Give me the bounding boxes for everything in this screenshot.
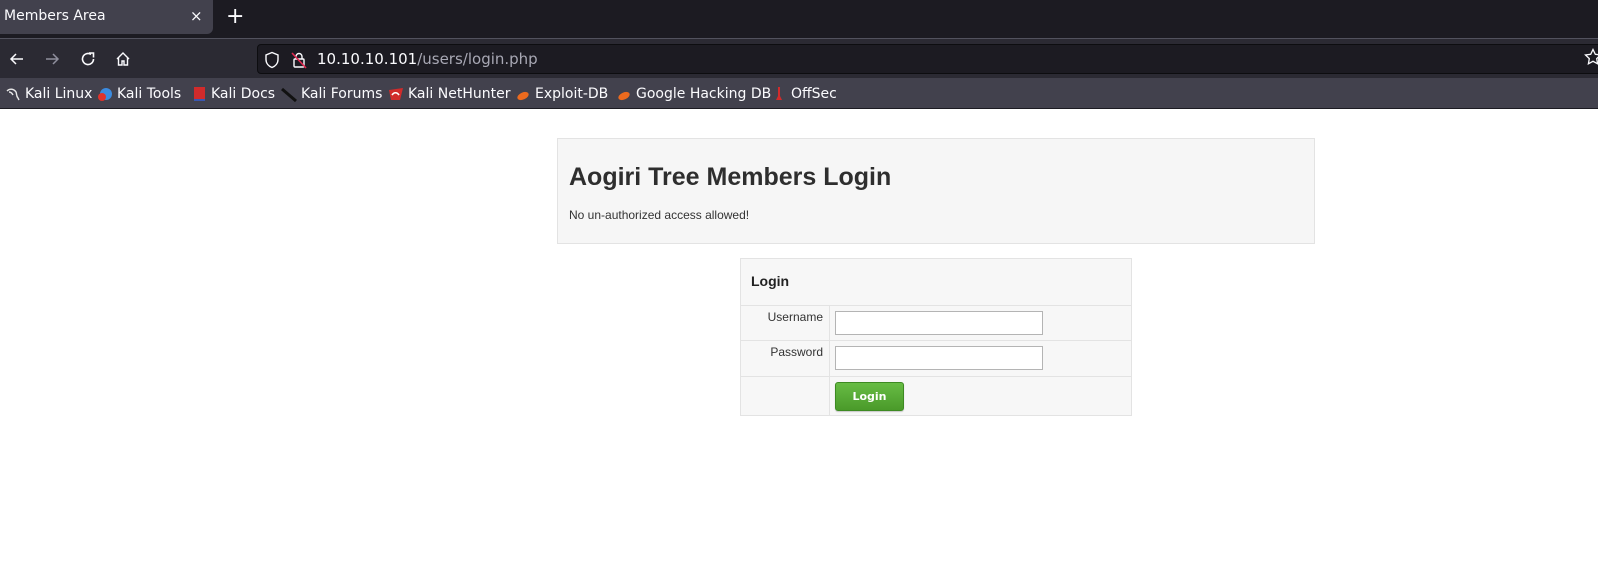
bookmarks-toolbar: Kali Linux Kali Tools Kali Docs Kali For… xyxy=(0,78,1598,109)
bookmark-kali-forums[interactable]: Kali Forums xyxy=(281,84,382,104)
submit-row-spacer xyxy=(741,377,830,415)
hero-panel: Aogiri Tree Members Login No un-authoriz… xyxy=(557,138,1315,244)
password-input[interactable] xyxy=(835,346,1043,370)
home-button[interactable] xyxy=(111,47,135,71)
navigation-toolbar: 10.10.10.101/users/login.php xyxy=(0,38,1598,78)
login-heading: Login xyxy=(751,273,790,289)
password-label: Password xyxy=(741,341,830,376)
bookmark-offsec[interactable]: OffSec xyxy=(771,84,837,104)
reload-button[interactable] xyxy=(76,47,100,71)
reload-icon xyxy=(81,52,95,66)
bookmark-kali-linux[interactable]: Kali Linux xyxy=(5,84,92,104)
bookmark-star-icon[interactable] xyxy=(1584,48,1598,66)
ghdb-icon xyxy=(616,86,632,102)
bookmark-kali-nethunter[interactable]: Kali NetHunter xyxy=(388,84,510,104)
tracking-protection-shield-icon[interactable] xyxy=(264,51,280,69)
kali-docs-icon xyxy=(191,86,207,102)
close-tab-icon[interactable]: × xyxy=(190,7,203,25)
forward-button[interactable] xyxy=(40,47,64,71)
page-title: Aogiri Tree Members Login xyxy=(569,163,892,191)
home-icon xyxy=(116,52,130,66)
kali-forums-icon xyxy=(281,86,297,102)
nethunter-icon xyxy=(388,86,404,102)
login-button[interactable]: Login xyxy=(835,382,904,411)
kali-dragon-icon xyxy=(5,86,21,102)
bookmark-google-hacking-db[interactable]: Google Hacking DB xyxy=(616,84,771,104)
tab-strip: Members Area × + xyxy=(0,0,1598,38)
back-button[interactable] xyxy=(5,47,29,71)
username-row: Username xyxy=(741,306,1131,341)
tab-members-area[interactable]: Members Area × xyxy=(0,0,213,34)
new-tab-button[interactable]: + xyxy=(226,4,244,29)
password-row: Password xyxy=(741,341,1131,377)
exploit-db-icon xyxy=(515,86,531,102)
page-content: Aogiri Tree Members Login No un-authoriz… xyxy=(0,109,1598,578)
login-form: Login Username Password Login xyxy=(740,258,1132,416)
url-host: 10.10.10.101 xyxy=(317,50,418,68)
kali-tools-icon xyxy=(97,86,113,102)
bookmark-kali-tools[interactable]: Kali Tools xyxy=(97,84,181,104)
tab-title: Members Area xyxy=(4,8,106,24)
submit-row: Login xyxy=(741,377,1131,415)
username-input[interactable] xyxy=(835,311,1043,335)
arrow-left-icon xyxy=(9,53,23,65)
warning-text: No un-authorized access allowed! xyxy=(569,208,750,222)
url-bar[interactable]: 10.10.10.101/users/login.php xyxy=(257,44,1598,74)
login-form-header: Login xyxy=(741,259,1131,306)
arrow-right-icon xyxy=(46,53,60,65)
url-text[interactable]: 10.10.10.101/users/login.php xyxy=(317,50,538,68)
bookmark-kali-docs[interactable]: Kali Docs xyxy=(191,84,275,104)
username-label: Username xyxy=(741,306,830,340)
url-path: /users/login.php xyxy=(417,50,538,68)
insecure-lock-icon[interactable] xyxy=(291,51,307,69)
bookmark-exploit-db[interactable]: Exploit-DB xyxy=(515,84,608,104)
offsec-icon xyxy=(771,86,787,102)
